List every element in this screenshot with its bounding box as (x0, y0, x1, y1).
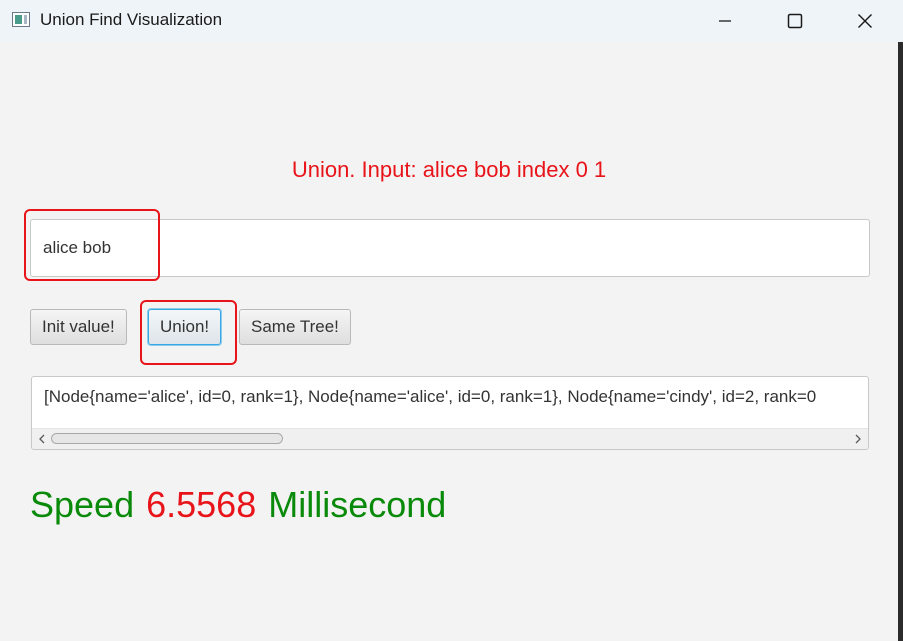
name-input[interactable] (30, 219, 870, 277)
output-field[interactable]: [Node{name='alice', id=0, rank=1}, Node{… (31, 376, 869, 450)
speed-unit: Millisecond (268, 484, 447, 525)
window-title: Union Find Visualization (40, 10, 223, 29)
status-message: Union. Input: alice bob index 0 1 (291, 157, 607, 182)
horizontal-scrollbar[interactable] (32, 428, 868, 449)
maximize-button[interactable] (760, 0, 830, 42)
scroll-left-button[interactable] (34, 429, 50, 449)
title-bar: Union Find Visualization (0, 0, 903, 42)
app-window-icon (12, 12, 30, 27)
output-text: [Node{name='alice', id=0, rank=1}, Node{… (44, 387, 817, 406)
speed-value: 6.5568 (146, 484, 257, 525)
chevron-right-icon (855, 434, 861, 444)
union-button[interactable]: Union! (148, 309, 222, 345)
close-button[interactable] (830, 0, 900, 42)
minimize-icon (719, 20, 731, 22)
scrollbar-thumb[interactable] (51, 433, 283, 444)
speed-label: Speed (30, 484, 135, 525)
init-value-button[interactable]: Init value! (30, 309, 127, 345)
window-frame-edge (898, 42, 903, 641)
close-icon (858, 14, 872, 28)
minimize-button[interactable] (690, 0, 760, 42)
maximize-icon (787, 13, 803, 29)
same-tree-button[interactable]: Same Tree! (239, 309, 351, 345)
scroll-right-button[interactable] (850, 429, 866, 449)
chevron-left-icon (39, 434, 45, 444)
speed-readout: Speed 6.5568 Millisecond (30, 484, 458, 526)
